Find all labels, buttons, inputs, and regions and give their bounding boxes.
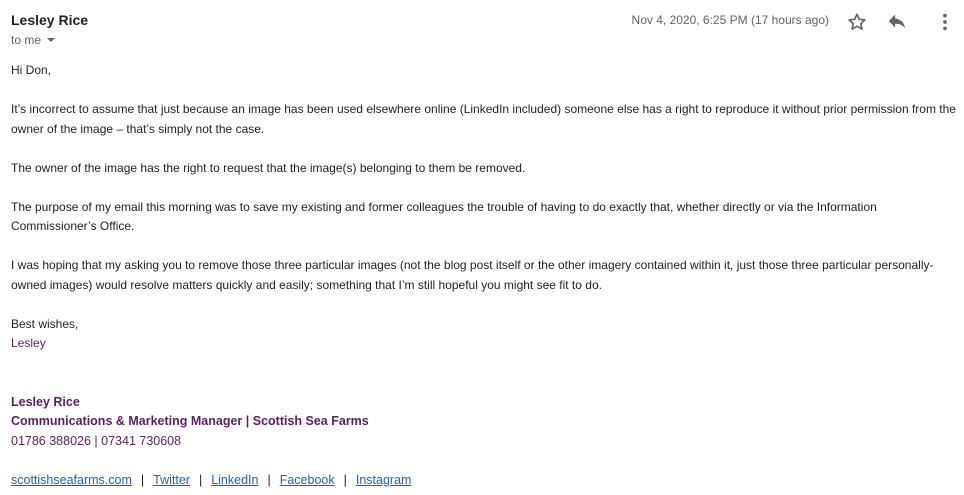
paragraph-3: The purpose of my email this morning was…: [11, 199, 877, 234]
closing: Best wishes,: [11, 316, 79, 331]
closing-name: Lesley: [11, 336, 46, 350]
signature-title: Communications & Marketing Manager | Sco…: [11, 414, 369, 428]
recipient-label[interactable]: to me: [11, 33, 41, 47]
more-vert-icon: [943, 13, 947, 31]
message-date: Nov 4, 2020, 6:25 PM (17 hours ago): [631, 13, 829, 27]
instagram-link[interactable]: Instagram: [356, 473, 412, 487]
reply-icon: [888, 14, 906, 29]
message-header: Lesley Rice to me Nov 4, 2020, 6:25 PM (…: [11, 11, 964, 51]
sender-name[interactable]: Lesley Rice: [11, 12, 88, 28]
recipient-details[interactable]: to me: [11, 33, 56, 47]
twitter-link[interactable]: Twitter: [153, 473, 190, 487]
email-signature: Lesley Rice Communications & Marketing M…: [11, 393, 956, 491]
greeting: Hi Don,: [11, 63, 52, 77]
message-actions: [846, 11, 964, 33]
linkedin-link[interactable]: LinkedIn: [211, 473, 258, 487]
link-separator: |: [140, 472, 145, 487]
link-separator: |: [198, 472, 203, 487]
signature-phones: 01786 388026 | 07341 730608: [11, 433, 182, 448]
star-button[interactable]: [846, 11, 868, 33]
link-separator: |: [343, 472, 347, 487]
more-options-button[interactable]: [934, 11, 956, 33]
paragraph-4: I was hoping that my asking you to remov…: [11, 258, 934, 292]
signature-links: scottishseafarms.com | Twitter | LinkedIn | Fa…: [11, 471, 956, 491]
chevron-down-icon[interactable]: [47, 38, 56, 42]
paragraph-2: The owner of the image has the right to …: [11, 160, 526, 175]
reply-button[interactable]: [886, 11, 908, 33]
paragraph-1: It’s incorrect to assume that just becau…: [11, 102, 956, 136]
facebook-link[interactable]: Facebook: [280, 473, 335, 487]
message-body: Hi Don, It’s incorrect to assume that ju…: [11, 61, 956, 490]
signature-name: Lesley Rice: [11, 394, 80, 409]
website-link[interactable]: scottishseafarms.com: [11, 473, 132, 487]
link-separator: |: [267, 472, 271, 487]
star-icon: [848, 13, 866, 30]
